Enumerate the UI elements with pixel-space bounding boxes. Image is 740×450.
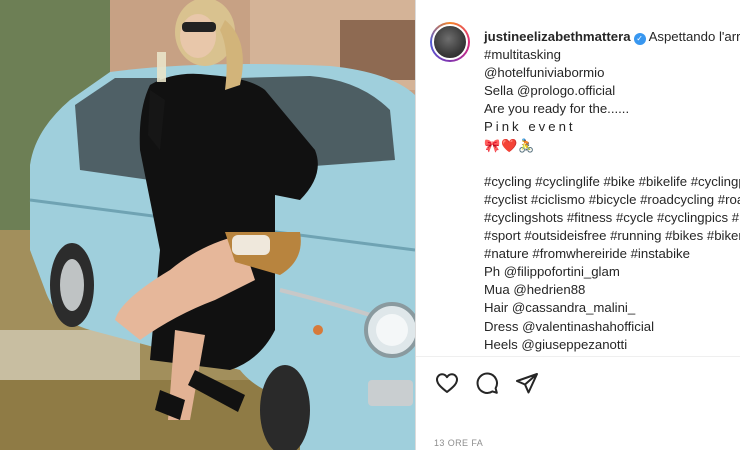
avatar-image bbox=[432, 24, 468, 60]
post-timestamp[interactable]: 13 ORE FA bbox=[434, 438, 483, 448]
caption-line: Sella @prologo.official bbox=[484, 83, 616, 99]
post-caption: justineelizabethmattera ✓ Aspettando l'arr… bbox=[484, 28, 740, 354]
caption-hashtags[interactable]: #cyclist #ciclismo #bicycle #roadcycling… bbox=[484, 191, 740, 209]
caption-emoji-line: 🎀❤️🚴 bbox=[484, 137, 536, 153]
post-photo-illustration bbox=[0, 0, 415, 450]
caption-credit[interactable]: Heels @giuseppezanotti bbox=[484, 336, 740, 354]
caption-hashtags[interactable]: #cycling #cyclinglife #bike #bikelife #c… bbox=[484, 173, 740, 191]
profile-avatar[interactable] bbox=[430, 22, 470, 62]
caption-line: Are you ready for the...... bbox=[484, 101, 630, 117]
post-photo[interactable] bbox=[0, 0, 415, 450]
caption-line[interactable]: @hotelfuniviabormio bbox=[484, 64, 740, 82]
share-icon bbox=[516, 373, 538, 394]
caption-hashtags[interactable]: #cyclingshots #fitness #cycle #cyclingpi… bbox=[484, 209, 740, 227]
caption-line-pink-event: Pink event bbox=[484, 119, 576, 135]
comment-button[interactable] bbox=[474, 370, 500, 396]
caption-section: justineelizabethmattera ✓ Aspettando l'arr… bbox=[416, 0, 740, 356]
caption-first-row: justineelizabethmattera ✓ Aspettando l'arr… bbox=[484, 28, 740, 46]
verified-badge-icon: ✓ bbox=[633, 33, 646, 45]
like-button[interactable] bbox=[434, 370, 460, 396]
caption-credit[interactable]: Ph @filippofortini_glam bbox=[484, 263, 740, 281]
caption-credit[interactable]: Mua @hedrien88 bbox=[484, 281, 740, 299]
heart-icon bbox=[436, 373, 458, 393]
caption-credit[interactable]: Dress @valentinashahofficial bbox=[484, 318, 740, 336]
caption-line[interactable]: #multitasking bbox=[484, 46, 740, 64]
post-actions bbox=[434, 370, 540, 396]
share-button[interactable] bbox=[514, 370, 540, 396]
caption-credit[interactable]: Hair @cassandra_malini_ bbox=[484, 299, 740, 317]
post-details-panel: justineelizabethmattera ✓ Aspettando l'arr… bbox=[415, 0, 740, 450]
comment-icon bbox=[476, 372, 498, 394]
username-link[interactable]: justineelizabethmattera bbox=[484, 29, 631, 44]
caption-hashtags[interactable]: #sport #outsideisfree #running #bikes #b… bbox=[484, 227, 740, 245]
section-divider bbox=[416, 356, 740, 357]
caption-first-line: Aspettando l'arrivo delle bbox=[648, 29, 740, 44]
caption-hashtags[interactable]: #nature #fromwhereiride #instabike bbox=[484, 245, 740, 263]
